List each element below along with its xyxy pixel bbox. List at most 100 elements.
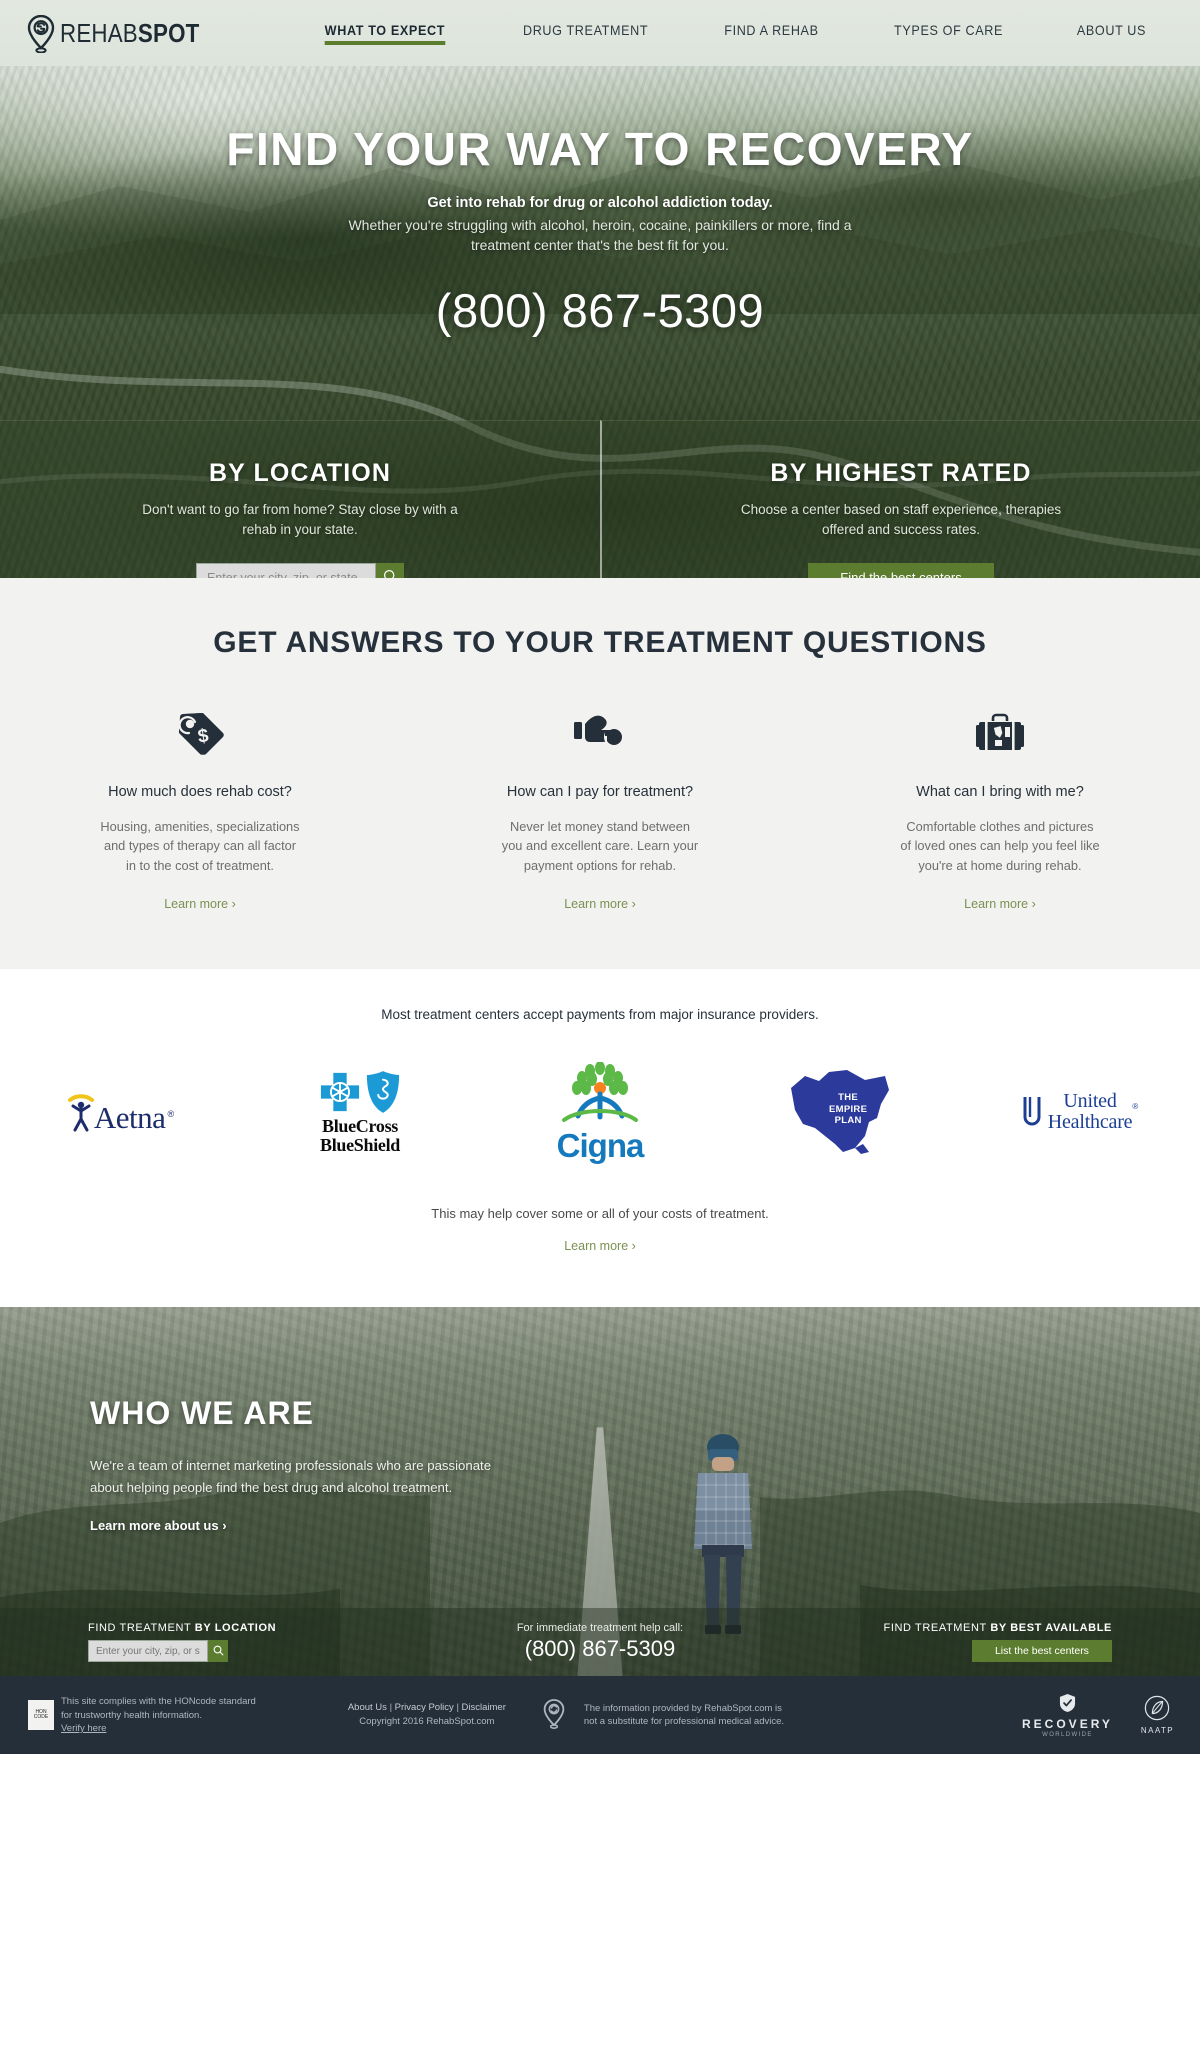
blueshield-mark-icon [366, 1071, 400, 1113]
hero-section: FIND YOUR WAY TO RECOVERY Get into rehab… [0, 66, 1200, 578]
suitcase-icon [840, 706, 1160, 762]
insurance-lead-text: Most treatment centers accept payments f… [381, 1007, 819, 1023]
blueshield-text: BlueShield [319, 1134, 401, 1155]
price-tag-dollar-icon: $ [40, 706, 360, 762]
list-best-centers-button[interactable]: List the best centers [971, 1640, 1112, 1663]
question-card-cost-desc-1: Housing, amenities, specializations [100, 819, 300, 834]
question-card-cost-desc-2: and types of therapy can all factor [103, 838, 297, 854]
cta-left-label-bold: BY LOCATION [194, 1622, 277, 1635]
question-card-payment-learn-more-link[interactable]: Learn more › [564, 897, 636, 911]
hero-subtitle-line-1: Whether you're struggling with alcohol, … [348, 217, 852, 233]
cta-right-label-bold: BY BEST AVAILABLE [990, 1622, 1112, 1635]
healthcare-text: Healthcare [1047, 1111, 1133, 1134]
question-card-bring-desc-2: of loved ones can help you feel like [900, 838, 1100, 854]
empire-plan-line-3: PLAN [834, 1114, 862, 1126]
question-card-cost: $ How much does rehab cost? Housing, ame… [0, 706, 400, 913]
bluecross-text: BlueCross [322, 1115, 398, 1136]
panel-by-highest-rated-title: BY HIGHEST RATED [770, 459, 1032, 487]
insurance-section: Most treatment centers accept payments f… [0, 969, 1200, 1308]
aetna-logo: Aetna ® [0, 1064, 240, 1160]
naatp-leaf-icon [1145, 1696, 1170, 1721]
question-cards: $ How much does rehab cost? Housing, ame… [0, 706, 1200, 913]
question-card-cost-desc-3: in to the cost of treatment. [126, 857, 274, 873]
question-card-cost-title: How much does rehab cost? [108, 784, 292, 800]
site-footer: HON CODE This site complies with the HON… [0, 1676, 1200, 1755]
location-search-input[interactable] [196, 563, 376, 578]
question-card-cost-learn-more-link[interactable]: Learn more › [164, 897, 236, 911]
bluecross-mark-icon [320, 1072, 360, 1112]
footer-link-separator-2: | [456, 1701, 459, 1713]
who-we-are-section: WHO WE ARE We're a team of internet mark… [0, 1307, 1200, 1677]
footer-link-about-us[interactable]: About Us [348, 1702, 387, 1713]
panel-by-location: BY LOCATION Don't want to go far from ho… [0, 420, 600, 578]
cta-find-by-location: FIND TREATMENT BY LOCATION [0, 1622, 400, 1663]
hand-holding-coin-icon [440, 706, 760, 762]
panel-by-highest-rated-desc-1: Choose a center based on staff experienc… [740, 502, 1062, 517]
nav-item-find-a-rehab[interactable]: FIND A REHAB [724, 22, 818, 45]
naatp-badge: NAATP [1141, 1695, 1174, 1735]
location-search-button[interactable] [376, 563, 404, 578]
honcode-verify-link[interactable]: Verify here [61, 1723, 106, 1734]
site-header: REHABSPOT WHAT TO EXPECT DRUG TREATMENT … [0, 0, 1200, 66]
cta-left-label-light: FIND TREATMENT [88, 1622, 195, 1635]
questions-section-title: GET ANSWERS TO YOUR TREATMENT QUESTIONS [213, 626, 987, 659]
who-we-are-learn-more-link[interactable]: Learn more about us › [90, 1518, 227, 1533]
aetna-logo-text: Aetna [93, 1100, 166, 1136]
cta-right-label-light: FIND TREATMENT [883, 1622, 991, 1635]
nav-item-types-of-care[interactable]: TYPES OF CARE [894, 22, 1003, 45]
map-pin-recovery-icon [26, 15, 56, 53]
cigna-logo-text: Cigna [556, 1127, 645, 1165]
logo-text-light: REHAB [60, 17, 138, 48]
search-icon [213, 1644, 224, 1659]
cigna-tree-icon [561, 1061, 638, 1123]
cta-location-search-input[interactable] [88, 1640, 208, 1663]
nav-item-about-us[interactable]: ABOUT US [1077, 22, 1146, 45]
main-navigation: WHAT TO EXPECT DRUG TREATMENT FIND A REH… [286, 22, 1182, 45]
footer-disclaimer-line-1: The information provided by RehabSpot.co… [583, 1702, 782, 1714]
treatment-questions-section: GET ANSWERS TO YOUR TREATMENT QUESTIONS … [0, 578, 1200, 970]
footer-links: About Us | Privacy Policy | Disclaimer C… [348, 1701, 506, 1730]
hero-subtitle-line-2: treatment center that's the best fit for… [471, 236, 729, 253]
cta-location-search-button[interactable] [208, 1640, 228, 1663]
panel-by-location-desc-2: rehab in your state. [242, 521, 358, 537]
recovery-badge-subtext: WORLDWIDE [1042, 1731, 1093, 1738]
naatp-badge-text: NAATP [1140, 1726, 1174, 1736]
footer-badges: RECOVERY WORLDWIDE NAATP [1022, 1693, 1174, 1738]
who-we-are-content: WHO WE ARE We're a team of internet mark… [0, 1307, 560, 1535]
footer-link-disclaimer[interactable]: Disclaimer [462, 1702, 506, 1713]
question-card-bring: What can I bring with me? Comfortable cl… [800, 706, 1200, 913]
insurance-footnote: This may help cover some or all of your … [431, 1206, 769, 1222]
bluecross-blueshield-logo: BlueCross BlueShield [240, 1064, 480, 1160]
logo[interactable]: REHABSPOT [26, 15, 222, 53]
recovery-badge-text: RECOVERY [1022, 1716, 1113, 1731]
footer-disclaimer: The information provided by RehabSpot.co… [584, 1702, 784, 1730]
insurance-learn-more-link[interactable]: Learn more › [564, 1239, 636, 1253]
question-card-bring-desc-3: you're at home during rehab. [918, 857, 1082, 873]
question-card-bring-learn-more-link[interactable]: Learn more › [964, 897, 1036, 911]
hero-phone-number[interactable]: (800) 867-5309 [0, 283, 1200, 338]
insurance-logos: Aetna ® BlueCross BlueShield Cigna THE E… [0, 1061, 1200, 1165]
who-we-are-title: WHO WE ARE [90, 1395, 314, 1432]
nav-item-drug-treatment[interactable]: DRUG TREATMENT [523, 22, 648, 45]
hero-content: FIND YOUR WAY TO RECOVERY Get into rehab… [0, 66, 1200, 338]
question-card-payment: How can I pay for treatment? Never let m… [400, 706, 800, 913]
empire-plan-logo: THE EMPIRE PLAN [720, 1064, 960, 1160]
cta-call-now: For immediate treatment help call: (800)… [400, 1622, 800, 1662]
map-pin-icon [542, 1698, 566, 1732]
find-best-centers-button[interactable]: Find the best centers [808, 563, 994, 578]
cta-find-best-available: FIND TREATMENT BY BEST AVAILABLE List th… [800, 1622, 1200, 1663]
honcode-text-line-2: for trustworthy health information. [61, 1709, 202, 1721]
cta-phone-number[interactable]: (800) 867-5309 [400, 1636, 800, 1662]
panel-by-location-desc-1: Don't want to go far from home? Stay clo… [142, 502, 458, 517]
empire-plan-line-2: EMPIRE [829, 1103, 868, 1115]
question-card-payment-title: How can I pay for treatment? [506, 784, 694, 800]
honcode-text-line-1: This site complies with the HONcode stan… [61, 1696, 256, 1708]
footer-link-privacy-policy[interactable]: Privacy Policy [395, 1702, 454, 1713]
hero-panels: BY LOCATION Don't want to go far from ho… [0, 420, 1200, 578]
honcode-badge-icon: HON CODE [28, 1700, 54, 1731]
honcode-seal: HON CODE This site complies with the HON… [28, 1695, 256, 1735]
nav-item-what-to-expect[interactable]: WHAT TO EXPECT [324, 22, 445, 45]
question-card-payment-desc-3: payment options for rehab. [523, 857, 677, 873]
shield-check-icon [1059, 1693, 1076, 1712]
question-card-payment-desc-2: you and excellent care. Learn your [501, 838, 699, 854]
